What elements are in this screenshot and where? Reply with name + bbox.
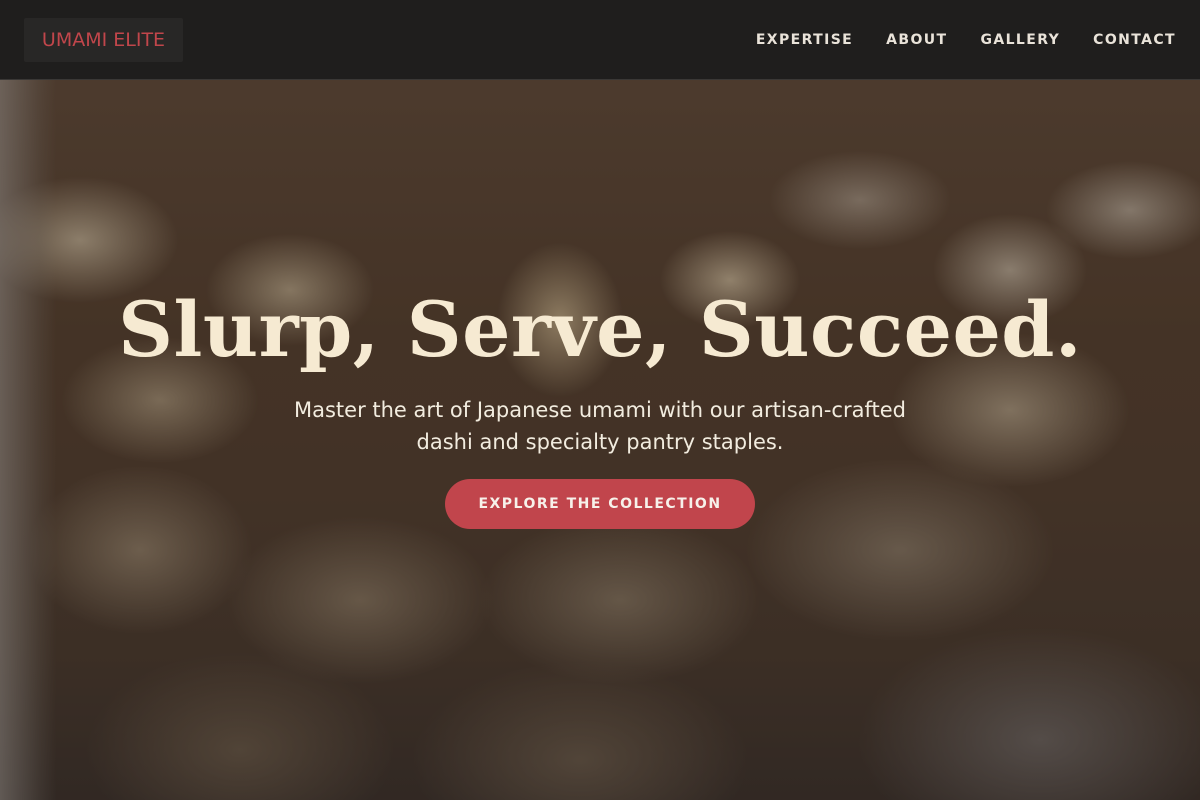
brand-logo[interactable]: UMAMI ELITE bbox=[24, 18, 183, 62]
nav-links: EXPERTISE ABOUT GALLERY CONTACT bbox=[756, 0, 1176, 80]
nav-link-gallery[interactable]: GALLERY bbox=[980, 32, 1060, 48]
explore-collection-button[interactable]: EXPLORE THE COLLECTION bbox=[445, 479, 755, 529]
hero-title: Slurp, Serve, Succeed. bbox=[118, 285, 1082, 374]
nav-link-expertise[interactable]: EXPERTISE bbox=[756, 32, 853, 48]
hero-subtitle: Master the art of Japanese umami with ou… bbox=[293, 398, 906, 454]
nav-link-about[interactable]: ABOUT bbox=[886, 32, 947, 48]
navbar: UMAMI ELITE EXPERTISE ABOUT GALLERY CONT… bbox=[0, 0, 1200, 80]
nav-link-contact[interactable]: CONTACT bbox=[1093, 32, 1176, 48]
hero-section: Slurp, Serve, Succeed. Master the art of… bbox=[0, 80, 1200, 800]
page: UMAMI ELITE EXPERTISE ABOUT GALLERY CONT… bbox=[0, 0, 1200, 800]
